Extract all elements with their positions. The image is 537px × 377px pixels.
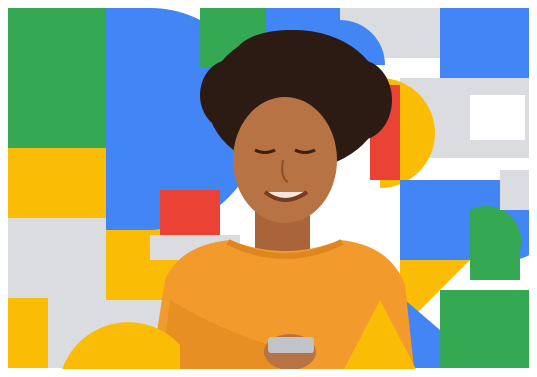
photo-illustration — [0, 0, 537, 377]
hero-image — [0, 0, 537, 377]
